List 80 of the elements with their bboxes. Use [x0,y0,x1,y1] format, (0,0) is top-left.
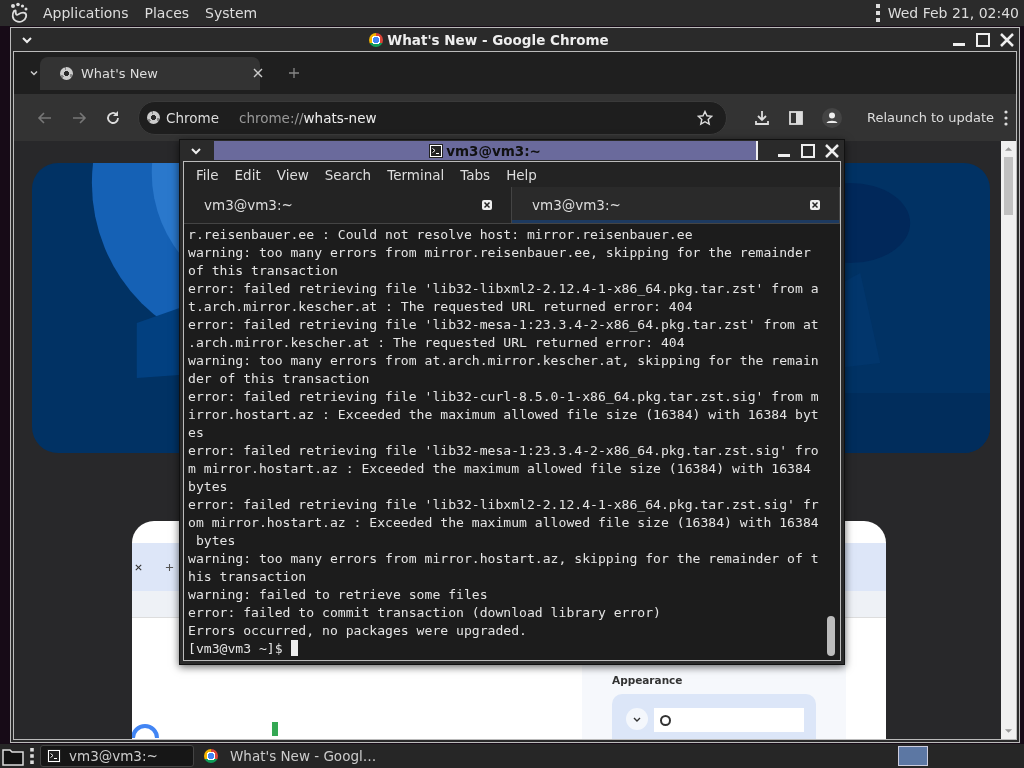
menu-item[interactable]: Help [498,166,545,183]
handle-icon[interactable] [875,4,880,22]
terminal-line: of this transaction [188,262,339,280]
forward-icon[interactable] [71,109,87,126]
browser-tab[interactable]: What's New [40,56,260,90]
terminal-line: error: failed retrieving file 'lib32-libxml2-2.12.4-1-x86_64.pkg.tar.zst.sig' fr [188,496,820,514]
close-icon[interactable] [481,199,493,211]
terminal-line: warning: failed to retrieve some files [188,586,489,604]
menu-item[interactable]: View [268,166,317,183]
menu-item[interactable]: Edit [226,166,269,183]
menu-item[interactable]: Search [316,166,380,183]
new-tab-icon[interactable] [288,67,300,79]
arc-drawing [132,724,160,738]
terminal-icon [47,749,61,763]
terminal-line: error: failed to commit transaction (download library error) [188,604,662,622]
side-panel-icon[interactable] [788,109,804,126]
terminal-line: his transaction [188,568,308,586]
foot-icon[interactable] [8,2,30,24]
bar-drawing [272,722,278,736]
terminal-line: Errors occurred, no packages were upgraded. [188,622,528,640]
window-title: What's New - Google Chrome [387,31,609,48]
maximize-icon[interactable] [800,142,816,159]
plus-icon [165,562,174,572]
workspace-switcher[interactable] [898,746,928,766]
logo-icon [660,714,671,726]
url-text: chrome://whats-new [238,109,377,126]
terminal-line: m mirror.hostart.az : Exceeded the maximum allowed file size (16384) with 16384 [188,460,812,478]
prompt: [vm3@vm3 ~]$ [188,641,283,656]
site-chip[interactable]: Chrome [147,109,219,126]
terminal-line: error: failed retrieving file 'lib32-libxml2-2.12.4-1-x86_64.pkg.tar.zst' from a [188,280,820,298]
download-icon[interactable] [754,109,770,126]
panel-menu[interactable]: Applications [35,5,137,21]
scrollbar[interactable] [1001,141,1016,739]
terminal-line: es [188,424,205,442]
close-icon[interactable] [809,199,821,211]
task-button[interactable]: What's New - Googl… [198,746,380,766]
maximize-icon[interactable] [975,31,991,48]
menu-item[interactable]: Tabs [452,166,499,183]
reload-icon[interactable] [105,109,121,126]
terminal-line: warning: too many errors from at.arch.mirror.kescher.at, skipping for the remain [188,352,820,370]
terminal-line: error: failed retrieving file 'lib32-mesa-1:23.3.4-2-x86_64.pkg.tar.zst' from at [188,316,820,334]
terminal-line: error: failed retrieving file 'lib32-mesa-1:23.3.4-2-x86_64.pkg.tar.zst.sig' fro [188,442,820,460]
handle-icon[interactable] [30,748,34,764]
terminal-line: t.arch.mirror.kescher.at : The requested URL returned error: 404 [188,298,694,316]
text-cursor [290,640,298,656]
terminal-line: .arch.mirror.kescher.at : The requested URL returned error: 404 [188,334,686,352]
terminal-line: om mirror.hostart.az : Exceeded the maximum allowed file size (16384) with 16384 [188,514,820,532]
close-icon[interactable] [252,67,264,79]
close-icon [134,562,143,572]
terminal-tab[interactable]: vm3@vm3:~ [512,187,840,223]
address-bar[interactable]: Chrome chrome://whats-new [138,100,727,135]
scroll-thumb[interactable] [1004,157,1013,215]
panel-menu[interactable]: System [197,5,266,21]
menu-item[interactable]: Terminal [379,166,453,183]
chevron-down-icon [626,708,648,730]
back-icon[interactable] [37,109,53,126]
terminal-line: irror.hostart.az : Exceeded the maximum allowed file size (16384) with 16384 byt [188,406,820,424]
task-button[interactable]: vm3@vm3:~ [40,745,194,767]
title-bar[interactable]: vm3@vm3:~ [214,141,758,160]
relaunch-button[interactable]: Relaunch to update [865,106,996,129]
menu-item[interactable]: File [188,166,227,183]
menu-icon[interactable] [1004,109,1008,126]
terminal-line: bytes [188,478,229,496]
logo-icon [369,32,384,47]
terminal-line: error: failed retrieving file 'lib32-curl-8.5.0-1-x86_64.pkg.tar.zst.sig' from m [188,388,820,406]
profile-icon[interactable] [822,107,842,128]
clock[interactable]: Wed Feb 21, 02:40 [887,5,1019,21]
folder-icon[interactable] [2,746,24,766]
terminal-icon [429,143,444,158]
section-label: Appearance [612,674,684,686]
window-title: vm3@vm3:~ [446,142,541,159]
logo-icon [204,749,218,763]
terminal-line: warning: too many errors from mirror.reisenbauer.ee, skipping for the remainder [188,244,812,262]
scroll-thumb[interactable] [827,616,835,656]
terminal-line: der of this transaction [188,370,371,388]
terminal-line: r.reisenbauer.ee : Could not resolve host: mirror.reisenbauer.ee [188,226,694,244]
terminal-line: bytes [194,532,237,550]
panel-menu[interactable]: Places [136,5,198,21]
star-icon[interactable] [697,109,713,126]
terminal-line: warning: too many errors from mirror.hostart.az, skipping for the remainder of t [188,550,820,568]
